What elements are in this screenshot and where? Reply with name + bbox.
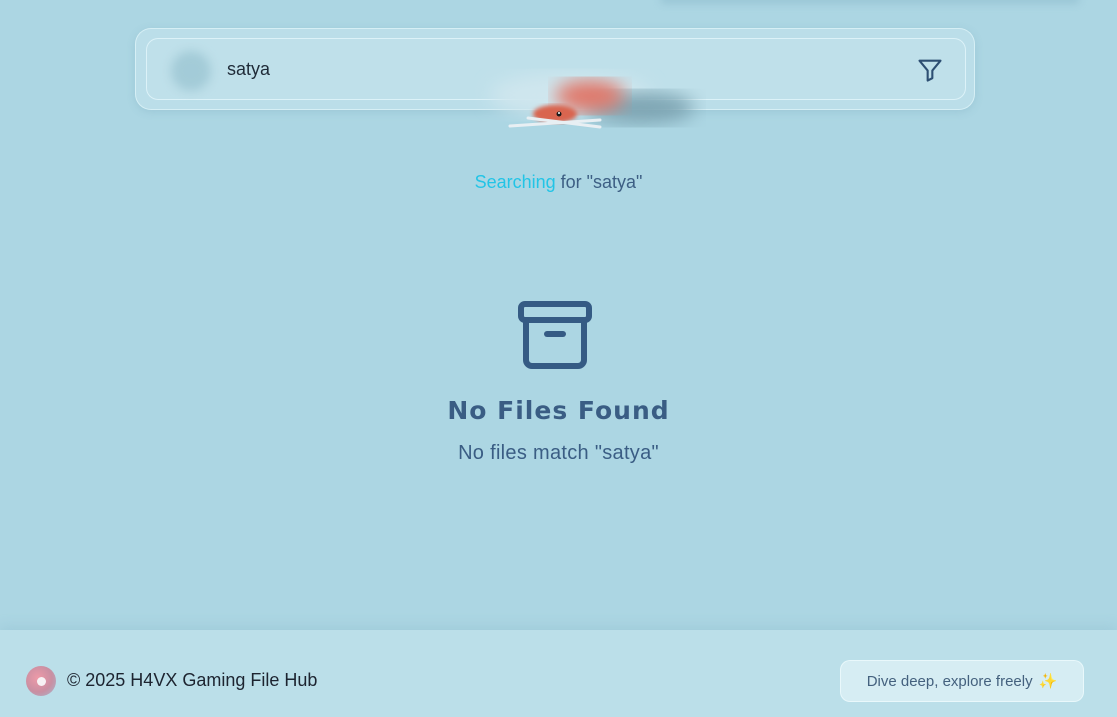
sparkle-icon: ✨: [1038, 673, 1058, 690]
filter-button[interactable]: [913, 53, 947, 87]
tagline-text: Dive deep, explore freely: [866, 672, 1033, 690]
empty-state-subtitle: No files match "satya": [458, 442, 659, 464]
logo-icon: [26, 666, 56, 696]
filter-icon: [918, 59, 942, 82]
search-status: Searching for "satya": [0, 172, 1117, 193]
search-icon: [171, 51, 211, 91]
searching-query-text: for "satya": [555, 172, 643, 192]
footer: © 2025 H4VX Gaming File Hub Dive deep, e…: [0, 630, 1117, 717]
tagline-badge: Dive deep, explore freely ✨: [840, 660, 1084, 702]
archive-box-icon: [517, 300, 593, 372]
searching-keyword: Searching: [474, 172, 556, 192]
mascot-image: [470, 60, 720, 140]
logo-dot: [36, 676, 46, 686]
empty-state-title: No Files Found: [447, 396, 670, 425]
footer-copyright: © 2025 H4VX Gaming File Hub: [67, 670, 318, 690]
top-shadow-strip: [660, 0, 1080, 4]
